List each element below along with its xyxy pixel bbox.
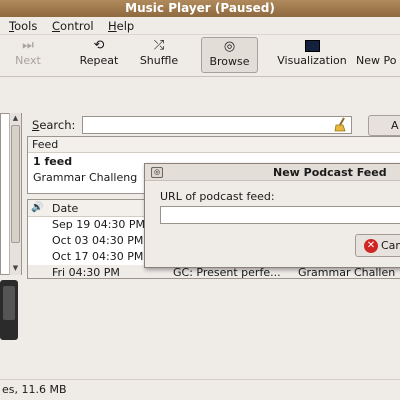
repeat-button[interactable]: ⟲ Repeat (74, 37, 124, 73)
source-scrollbar[interactable]: ▲ ▼ (9, 113, 21, 275)
dialog-title: New Podcast Feed (145, 164, 400, 181)
toolbar: ⏭ Next ⟲ Repeat ⤮ Shuffle ◎ Browse Visua… (0, 35, 400, 77)
scroll-down-icon[interactable]: ▼ (10, 263, 21, 274)
cancel-button[interactable]: ✕ Can (355, 234, 400, 257)
new-podcast-dialog: New Podcast Feed ◎ URL of podcast feed: … (144, 163, 400, 268)
search-button[interactable]: A (368, 115, 400, 136)
menu-help[interactable]: Help (108, 19, 134, 33)
repeat-icon: ⟲ (93, 38, 105, 53)
clear-search-icon[interactable] (333, 117, 348, 132)
visualization-icon (273, 37, 351, 54)
dialog-app-icon: ◎ (151, 167, 163, 178)
menu-control[interactable]: Control (52, 19, 94, 33)
search-label: Search: (32, 118, 76, 132)
new-podcast-button[interactable]: New Po (356, 37, 400, 73)
menubar: Tools Control Help (0, 17, 400, 35)
cancel-icon: ✕ (364, 239, 378, 253)
browse-button[interactable]: ◎ Browse (201, 37, 258, 73)
search-input[interactable] (82, 116, 352, 134)
status-bar: es, 11.6 MB (0, 379, 400, 400)
device-icon (0, 280, 18, 340)
speaker-icon: 🔊 (31, 202, 44, 213)
feed-column-header[interactable]: Feed (28, 137, 400, 153)
visualization-button[interactable]: Visualization (273, 37, 351, 73)
window-title: Music Player (Paused) (0, 0, 400, 17)
empty-area (27, 279, 400, 379)
menu-tools[interactable]: Tools (9, 19, 37, 33)
next-button[interactable]: ⏭ Next (8, 37, 48, 73)
date-column-header[interactable]: Date (52, 202, 78, 215)
next-icon: ⏭ (22, 38, 34, 53)
url-label: URL of podcast feed: (160, 190, 275, 203)
scroll-up-icon[interactable]: ▲ (10, 113, 21, 124)
toolbar-spacer (0, 77, 400, 109)
url-input[interactable] (160, 206, 400, 224)
browse-icon: ◎ (223, 39, 236, 54)
shuffle-button[interactable]: ⤮ Shuffle (134, 37, 184, 73)
scroll-thumb[interactable] (11, 125, 20, 243)
shuffle-icon: ⤮ (153, 38, 165, 53)
